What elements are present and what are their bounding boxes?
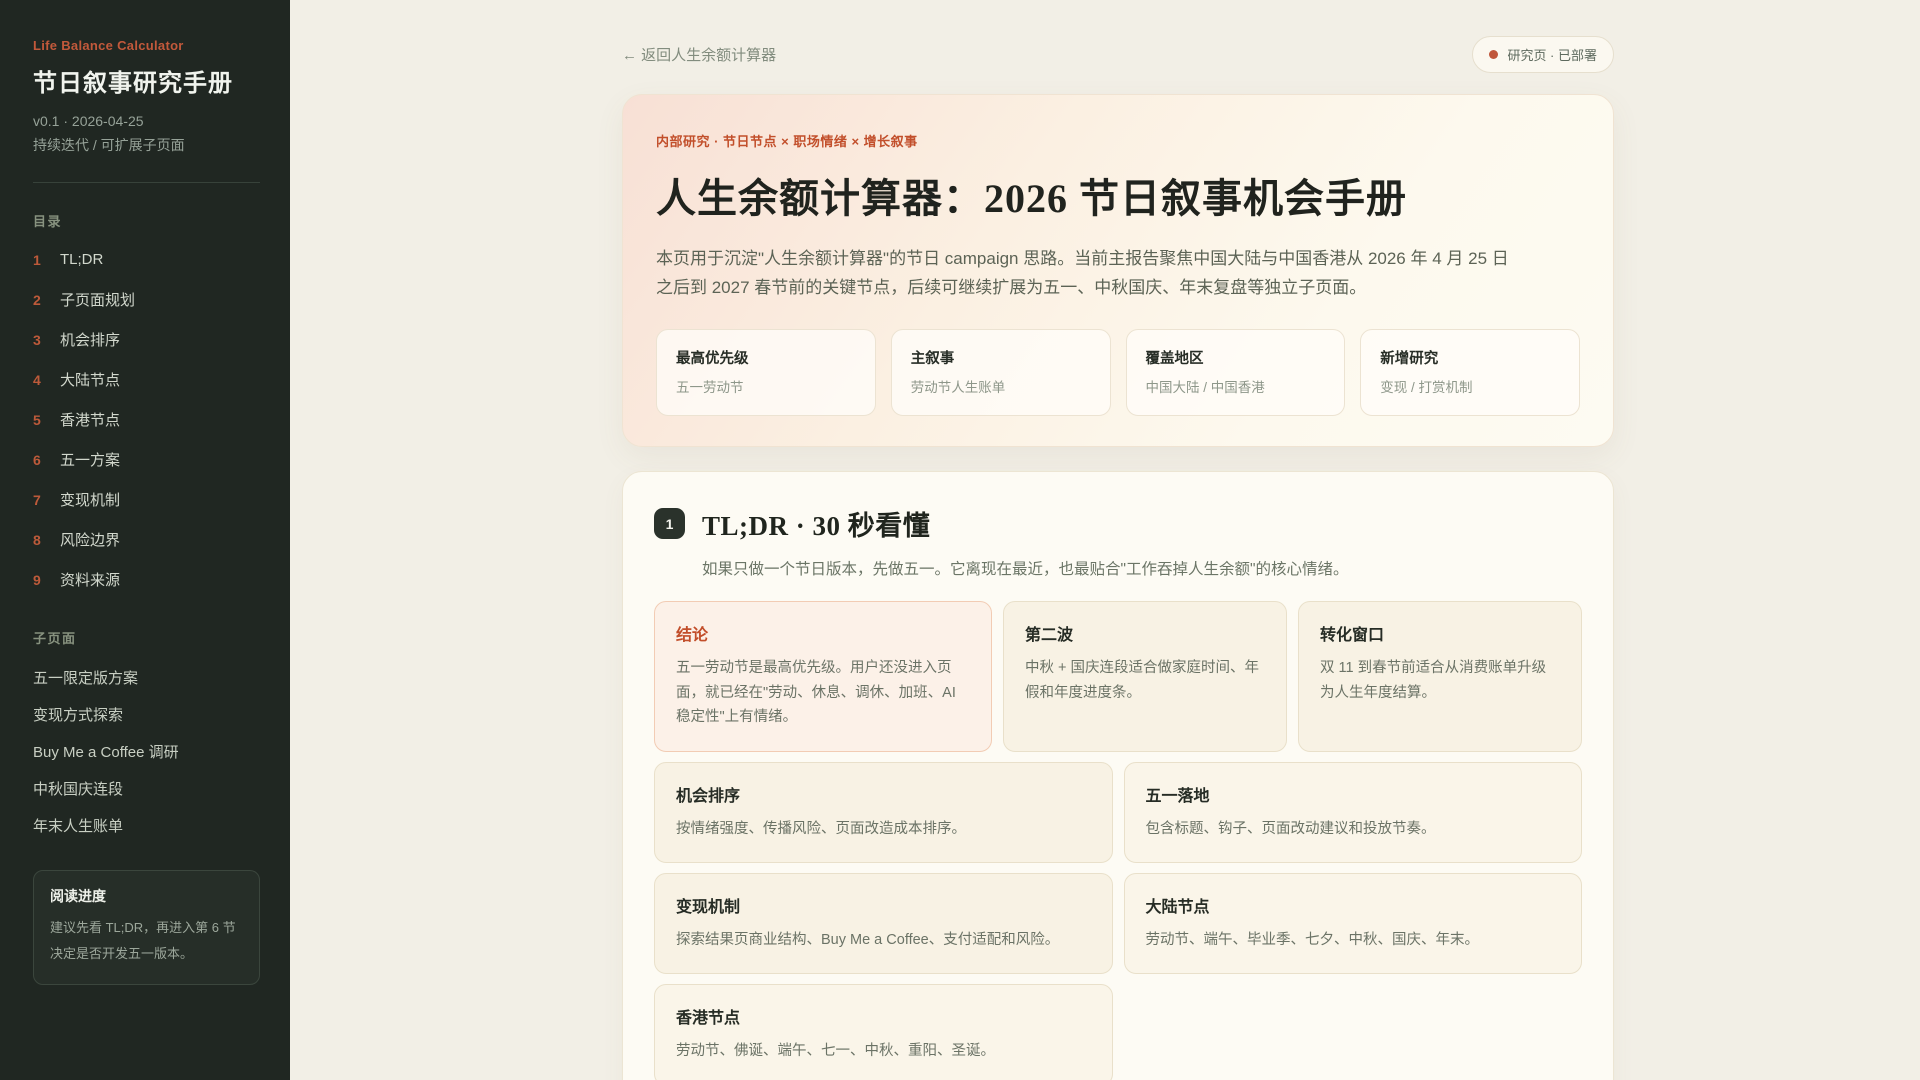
stat-value: 中国大陆 / 中国香港 [1145, 380, 1265, 396]
stat-label: 覆盖地区 [1145, 351, 1204, 368]
reading-progress-text: 建议先看 TL;DR，再进入第 6 节决定是否开发五一版本。 [50, 919, 236, 961]
card-body: 五一劳动节是最高优先级。用户还没进入页面，就已经在"劳动、休息、调休、加班、AI… [676, 660, 956, 726]
section-heading-row: 1 TL;DR · 30 秒看懂 [654, 504, 1582, 543]
status-dot-icon [1489, 49, 1499, 59]
sidebar: Life Balance Calculator 节日叙事研究手册 v0.1 · … [0, 0, 290, 1080]
reading-progress-box: 阅读进度 建议先看 TL;DR，再进入第 6 节决定是否开发五一版本。 [33, 869, 260, 985]
subpage-links: 五一限定版方案 变现方式探索 Buy Me a Coffee 调研 中秋国庆连段… [33, 659, 260, 844]
status-badge: 研究页 · 已部署 [1472, 35, 1614, 73]
card-title: 大陆节点 [1145, 898, 1210, 916]
stat-label: 最高优先级 [676, 351, 749, 368]
tldr-card-grid: 结论 五一劳动节是最高优先级。用户还没进入页面，就已经在"劳动、休息、调休、加班… [654, 601, 1582, 1080]
card-body: 按情绪强度、传播风险、页面改造成本排序。 [676, 820, 966, 837]
card-title: 机会排序 [676, 787, 741, 805]
toc-label: 五一方案 [60, 452, 121, 470]
hero-eyebrow: 内部研究 · 节日节点 × 职场情绪 × 增长叙事 [656, 134, 918, 149]
sidebar-meta: v0.1 · 2026-04-25 持续迭代 / 可扩展子页面 [33, 110, 260, 158]
card-body: 双 11 到春节前适合从消费账单升级为人生年度结算。 [1319, 660, 1547, 701]
section-subtitle: 如果只做一个节日版本，先做五一。它离现在最近，也最贴合"工作吞掉人生余额"的核心… [702, 561, 1349, 579]
toc-number: 5 [33, 411, 41, 428]
toc-item-sources[interactable]: 9 资料来源 [33, 560, 260, 600]
toc-label: 资料来源 [60, 572, 121, 590]
toc-number: 3 [33, 331, 41, 348]
toc-number: 8 [33, 531, 41, 548]
card-second-wave: 第二波 中秋 + 国庆连段适合做家庭时间、年假和年度进度条。 [1002, 601, 1287, 752]
card-title: 变现机制 [676, 898, 741, 916]
toc-label: 子页面规划 [60, 292, 136, 310]
card-body: 中秋 + 国庆连段适合做家庭时间、年假和年度进度条。 [1024, 660, 1259, 701]
toc-item-subpage-plan[interactable]: 2 子页面规划 [33, 280, 260, 320]
card-monetization: 变现机制 探索结果页商业结构、Buy Me a Coffee、支付适配和风险。 [654, 872, 1113, 975]
stat-card-priority: 最高优先级 五一劳动节 [656, 329, 876, 417]
page-title: 人生余额计算器：2026 节日叙事机会手册 [656, 176, 1407, 221]
hero-stats-row: 最高优先级 五一劳动节 主叙事 劳动节人生账单 覆盖地区 中国大陆 / 中国香港… [656, 329, 1580, 417]
card-hongkong-nodes: 香港节点 劳动节、佛诞、端午、七一、中秋、重阳、圣诞。 [654, 984, 1113, 1080]
toc-item-hongkong-nodes[interactable]: 5 香港节点 [33, 400, 260, 440]
version-label: v0.1 · 2026-04-25 [33, 113, 144, 129]
app-name: Life Balance Calculator [33, 38, 184, 53]
sidebar-title: 节日叙事研究手册 [33, 70, 233, 97]
main-content: ← 返回人生余额计算器 研究页 · 已部署 内部研究 · 节日节点 × 职场情绪… [290, 0, 1920, 1080]
toc-number: 7 [33, 491, 41, 508]
toc-number: 6 [33, 451, 41, 468]
section-tldr: 1 TL;DR · 30 秒看懂 如果只做一个节日版本，先做五一。它离现在最近，… [622, 471, 1614, 1080]
hero-description: 本页用于沉淀"人生余额计算器"的节日 campaign 思路。当前主报告聚焦中国… [656, 249, 1509, 298]
card-title: 结论 [676, 627, 709, 645]
toc-item-mayday-plan[interactable]: 6 五一方案 [33, 440, 260, 480]
reading-progress-title: 阅读进度 [50, 887, 106, 904]
stat-value: 劳动节人生账单 [910, 380, 1006, 396]
toc-item-tldr[interactable]: 1 TL;DR [33, 240, 260, 280]
card-mayday-landing: 五一落地 包含标题、钩子、页面改动建议和投放节奏。 [1123, 761, 1582, 863]
toc-item-risk-boundary[interactable]: 8 风险边界 [33, 520, 260, 560]
subpage-link-yearend[interactable]: 年末人生账单 [33, 807, 260, 844]
toc-number: 9 [33, 571, 41, 588]
card-body: 包含标题、钩子、页面改动建议和投放节奏。 [1145, 820, 1436, 837]
stat-label: 新增研究 [1380, 351, 1439, 368]
card-body: 劳动节、佛诞、端午、七一、中秋、重阳、圣诞。 [676, 1043, 995, 1060]
section-number-badge: 1 [654, 508, 685, 540]
card-body: 劳动节、端午、毕业季、七夕、中秋、国庆、年末。 [1145, 931, 1480, 948]
stat-card-new-research: 新增研究 变现 / 打赏机制 [1360, 329, 1580, 417]
toc-label: 机会排序 [60, 332, 121, 350]
card-conclusion: 结论 五一劳动节是最高优先级。用户还没进入页面，就已经在"劳动、休息、调休、加班… [654, 601, 992, 752]
stat-card-narrative: 主叙事 劳动节人生账单 [890, 329, 1111, 417]
stat-label: 主叙事 [910, 351, 955, 368]
topbar: ← 返回人生余额计算器 研究页 · 已部署 [622, 35, 1614, 73]
card-title: 五一落地 [1145, 787, 1210, 805]
table-of-contents: 1 TL;DR 2 子页面规划 3 机会排序 4 大陆节点 5 香港节点 6 五… [33, 240, 260, 600]
toc-number: 2 [33, 291, 41, 308]
toc-label: 香港节点 [60, 412, 121, 430]
toc-number: 1 [33, 251, 41, 268]
stat-card-regions: 覆盖地区 中国大陆 / 中国香港 [1125, 329, 1346, 417]
toc-label: 大陆节点 [60, 372, 121, 390]
sidebar-divider [33, 181, 260, 183]
toc-label: TL;DR [60, 251, 104, 269]
toc-label: 风险边界 [60, 532, 121, 550]
card-title: 转化窗口 [1319, 627, 1384, 645]
status-badge-label: 研究页 · 已部署 [1507, 47, 1597, 63]
back-link[interactable]: ← 返回人生余额计算器 [622, 44, 776, 65]
toc-item-opportunity-rank[interactable]: 3 机会排序 [33, 320, 260, 360]
stat-value: 变现 / 打赏机制 [1380, 380, 1473, 396]
toc-item-mainland-nodes[interactable]: 4 大陆节点 [33, 360, 260, 400]
card-body: 探索结果页商业结构、Buy Me a Coffee、支付适配和风险。 [676, 931, 1060, 948]
toc-label: 变现机制 [60, 492, 121, 510]
subpage-link-mayday[interactable]: 五一限定版方案 [33, 659, 260, 696]
subpage-link-bmc[interactable]: Buy Me a Coffee 调研 [33, 733, 260, 770]
stat-value: 五一劳动节 [676, 380, 744, 396]
card-title: 第二波 [1024, 627, 1073, 645]
card-conversion-window: 转化窗口 双 11 到春节前适合从消费账单升级为人生年度结算。 [1297, 601, 1582, 752]
section-title: TL;DR · 30 秒看懂 [702, 511, 931, 542]
toc-item-monetization[interactable]: 7 变现机制 [33, 480, 260, 520]
card-title: 香港节点 [676, 1010, 741, 1028]
card-mainland-nodes: 大陆节点 劳动节、端午、毕业季、七夕、中秋、国庆、年末。 [1123, 872, 1582, 975]
hero-card: 内部研究 · 节日节点 × 职场情绪 × 增长叙事 人生余额计算器：2026 节… [622, 94, 1614, 448]
toc-header: 目录 [33, 213, 63, 229]
tagline-label: 持续迭代 / 可扩展子页面 [33, 136, 185, 153]
subpage-link-monetization[interactable]: 变现方式探索 [33, 696, 260, 733]
toc-number: 4 [33, 371, 41, 388]
card-opportunity-rank: 机会排序 按情绪强度、传播风险、页面改造成本排序。 [654, 761, 1113, 863]
subpage-link-midautumn[interactable]: 中秋国庆连段 [33, 770, 260, 807]
subpages-header: 子页面 [33, 630, 77, 646]
